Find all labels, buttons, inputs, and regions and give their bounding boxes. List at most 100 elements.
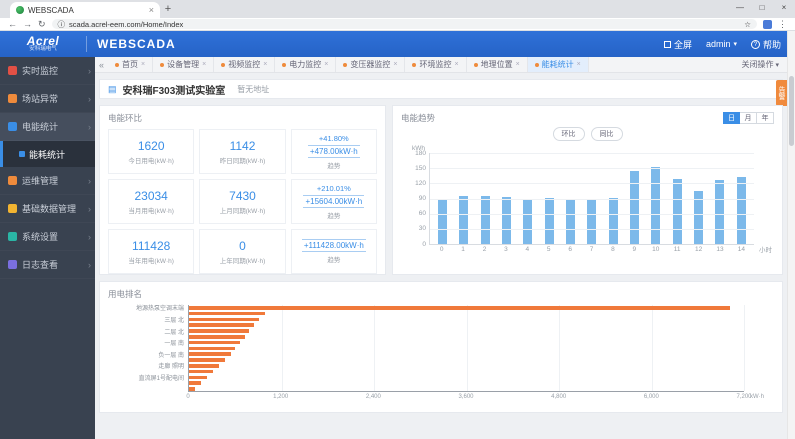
stat-cell: 23034 当月用电(kW·h) <box>108 179 195 224</box>
bookmark-star-icon[interactable]: ☆ <box>744 20 751 29</box>
trend-bar <box>736 177 746 244</box>
tab-close-icon[interactable]: × <box>202 61 206 68</box>
tab-close-icon[interactable]: × <box>324 61 328 68</box>
x-tick-label: 2,400 <box>365 393 381 400</box>
trend-bar <box>523 198 533 244</box>
x-tick-label: 14 <box>737 246 745 253</box>
sidebar-item[interactable]: 日志查看 › <box>0 251 95 279</box>
help-button[interactable]: ? 帮助 <box>750 38 781 51</box>
compare-toggle-环比[interactable]: 环比 <box>552 127 585 141</box>
trend-bar <box>651 167 661 244</box>
stat-cell: 1142 昨日同期(kW·h) <box>199 129 286 174</box>
ranking-bar <box>189 340 240 345</box>
ranking-label: 直流屏1号配电间 <box>138 375 184 382</box>
window-close-button[interactable]: × <box>773 0 795 17</box>
sidebar-item[interactable]: 实时监控 › <box>0 57 95 85</box>
sidebar-item-label: 系统设置 <box>22 232 59 242</box>
period-button-年[interactable]: 年 <box>757 112 774 124</box>
browser-tab[interactable]: WEBSCADA × <box>10 2 160 18</box>
alarm-side-tag[interactable]: 告警 <box>776 80 787 106</box>
app-header: Acrel 安科瑞电气 WEBSCADA 全屏 admin ▾ ? 帮助 <box>0 31 795 57</box>
y-tick-label: 180 <box>415 149 426 157</box>
fullscreen-icon <box>663 40 671 48</box>
gridline <box>430 213 754 215</box>
sidebar-item-label: 基础数据管理 <box>22 204 77 214</box>
ranking-label: 三层 北 <box>164 318 184 324</box>
tab-close-icon[interactable]: × <box>393 61 397 68</box>
energy-trend-card: 电能趋势 日月年 环比 同比 kWh 180 150 120 90 60 30 0 01234… <box>392 105 783 275</box>
x-tick-label: 12 <box>694 246 703 253</box>
forward-icon[interactable]: → <box>23 19 32 29</box>
gridline <box>430 168 754 170</box>
sidebar-item[interactable]: 运维管理 › <box>0 167 95 195</box>
window-maximize-button[interactable]: □ <box>751 0 773 17</box>
new-tab-button[interactable]: + <box>160 2 176 18</box>
logo-subtitle: 安科瑞电气 <box>29 46 57 53</box>
x-tick-label: 11 <box>673 246 681 253</box>
compare-toggle-同比[interactable]: 同比 <box>590 127 623 141</box>
page-tab[interactable]: 地理位置 × <box>467 57 528 72</box>
back-icon[interactable]: ← <box>8 19 17 29</box>
station-address: 暂无地址 <box>237 84 270 94</box>
x-tick-label: 9 <box>632 246 637 253</box>
page-tab[interactable]: 首页 × <box>108 57 154 72</box>
sidebar-item[interactable]: 电能统计 › <box>0 113 95 141</box>
stat-label: 上年同期(kW·h) <box>219 257 266 265</box>
x-tick-label: 4 <box>525 246 530 253</box>
page-tabs-bar: « 首页 × 设备管理 × 视频监控 × 电力监控 × 变压器监控 × 环境监控 × 地理位置 × 能耗统计… <box>95 57 787 73</box>
profile-avatar[interactable] <box>763 19 772 29</box>
tab-close-icon[interactable]: × <box>454 61 458 68</box>
tab-dot-icon <box>282 62 287 67</box>
trend-bar <box>566 199 576 244</box>
x-tick-label: 3 <box>504 246 508 253</box>
x-axis-unit: 小时 <box>759 247 772 254</box>
sidebar-subitem[interactable]: 能耗统计 <box>0 141 95 167</box>
tab-close-icon[interactable]: × <box>149 5 154 15</box>
page-tab[interactable]: 能耗统计 × <box>527 57 589 72</box>
browser-toolbar: ← → ↻ ⓘ scada.acrel-eem.com/Home/Index ☆… <box>0 18 795 31</box>
monitor-icon <box>8 66 17 75</box>
sidebar-item[interactable]: 基础数据管理 › <box>0 195 95 223</box>
window-minimize-button[interactable]: — <box>729 0 751 17</box>
tab-close-icon[interactable]: × <box>516 61 520 68</box>
info-icon[interactable]: ⓘ <box>58 19 66 30</box>
fullscreen-button[interactable]: 全屏 <box>663 38 692 51</box>
sidebar-item[interactable]: 场站异常 › <box>0 85 95 113</box>
tab-dot-icon <box>412 62 417 67</box>
building-icon: ▤ <box>108 83 117 94</box>
y-tick-label: 0 <box>422 240 426 248</box>
trend-label: 趋势 <box>327 212 341 220</box>
tab-close-icon[interactable]: × <box>577 61 581 68</box>
page-tab[interactable]: 设备管理 × <box>153 57 215 72</box>
browser-menu-icon[interactable]: ⋮ <box>778 19 787 30</box>
period-button-月[interactable]: 月 <box>740 112 757 124</box>
page-tab[interactable]: 视频监控 × <box>214 57 276 72</box>
tab-close-icon[interactable]: × <box>141 61 145 68</box>
tab-close-icon[interactable]: × <box>263 61 267 68</box>
user-menu[interactable]: admin ▾ <box>706 39 737 49</box>
help-label: 帮助 <box>762 39 781 50</box>
y-tick-label: 60 <box>418 210 426 218</box>
period-segment: 日月年 <box>723 112 774 124</box>
scrollbar-track[interactable] <box>787 31 795 439</box>
close-operations-menu[interactable]: 关闭操作 ▾ <box>741 59 787 70</box>
station-name: 安科瑞F303测试实验室 <box>122 85 226 97</box>
page-tab[interactable]: 变压器监控 × <box>336 57 406 72</box>
period-button-日[interactable]: 日 <box>723 112 740 124</box>
reload-icon[interactable]: ↻ <box>38 19 46 30</box>
url-text: scada.acrel-eem.com/Home/Index <box>69 19 184 29</box>
page-tab[interactable]: 电力监控 × <box>275 57 337 72</box>
sidebar-collapse-button[interactable]: « <box>95 60 108 70</box>
scrollbar-thumb[interactable] <box>789 76 794 146</box>
log-icon <box>8 260 17 269</box>
trend-bar <box>459 195 469 244</box>
stat-label: 当年用电(kW·h) <box>128 257 174 265</box>
gridline <box>430 198 754 200</box>
ranking-label: 负一层 南 <box>158 352 184 359</box>
address-bar[interactable]: ⓘ scada.acrel-eem.com/Home/Index ☆ <box>51 19 757 30</box>
stat-value: 111428 <box>132 238 171 253</box>
x-tick-label: 10 <box>652 246 660 253</box>
page-tab[interactable]: 环境监控 × <box>405 57 467 72</box>
main-content: ▤ 安科瑞F303测试实验室 暂无地址 告警 电能环比 1620 今日用电(kW·… <box>95 73 787 439</box>
sidebar-item[interactable]: 系统设置 › <box>0 223 95 251</box>
